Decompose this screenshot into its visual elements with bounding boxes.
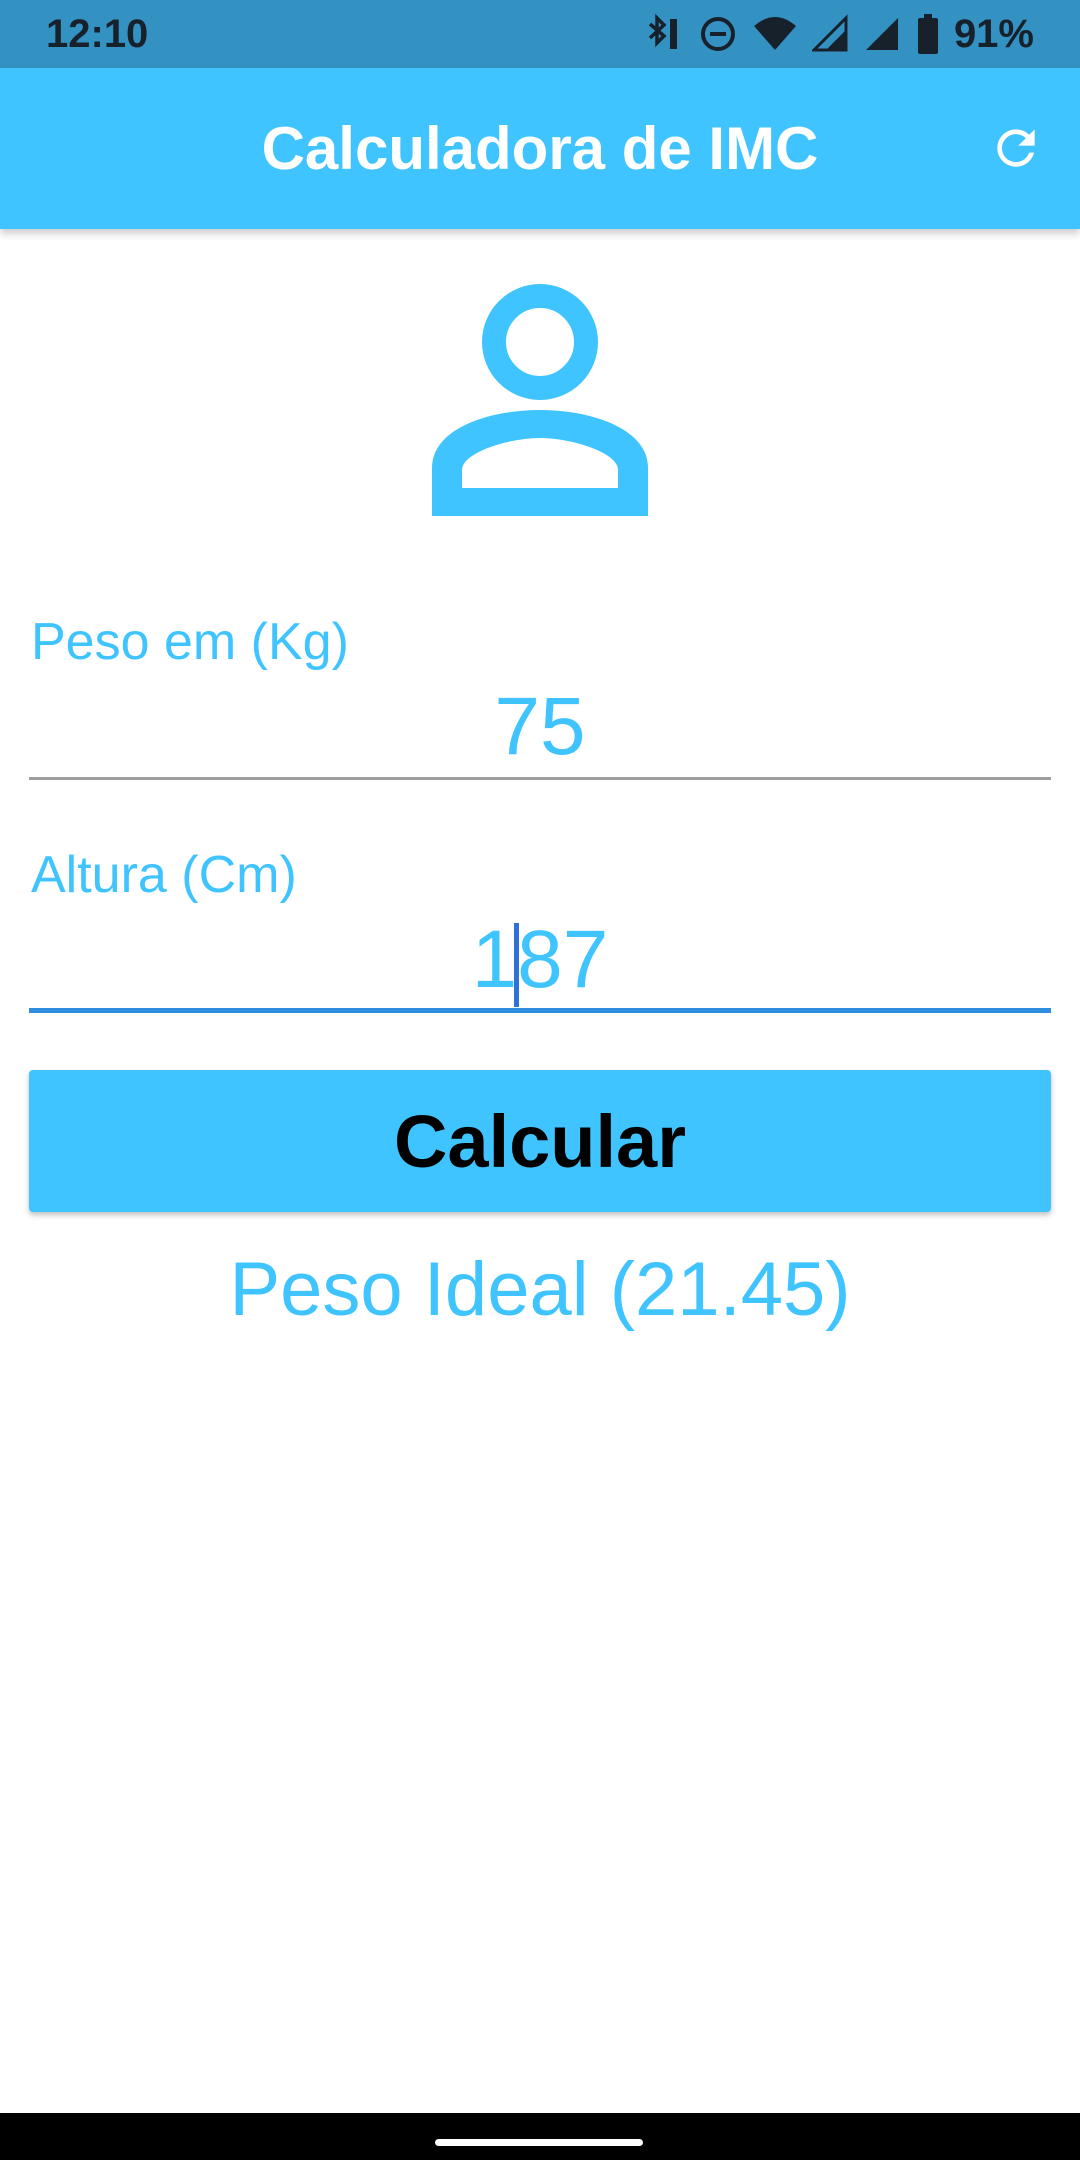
- weight-underline: [29, 777, 1051, 780]
- wifi-icon: [753, 17, 796, 50]
- screen: 12:10 91% Calculadora de IMC Peso em (Kg…: [0, 0, 1080, 2160]
- do-not-disturb-icon: [700, 17, 735, 51]
- calculate-button[interactable]: Calcular: [29, 1070, 1051, 1212]
- battery-percent: 91%: [953, 12, 1034, 56]
- result-text: Peso Ideal (21.45): [229, 1247, 851, 1332]
- height-underline: [29, 1008, 1051, 1013]
- refresh-button[interactable]: [970, 102, 1062, 194]
- battery-icon: [917, 14, 938, 54]
- status-time: 12:10: [46, 12, 149, 56]
- height-label: Altura (Cm): [31, 846, 297, 904]
- page-title: Calculadora de IMC: [261, 115, 819, 182]
- app-bar: Calculadora de IMC: [0, 68, 1080, 229]
- person-outline-icon: [432, 284, 648, 516]
- height-input[interactable]: 187: [29, 915, 1051, 1005]
- status-icons: 91%: [640, 10, 1034, 58]
- signal-icon: [865, 18, 898, 50]
- text-caret: [514, 923, 519, 1007]
- navigation-bar: [0, 2113, 1080, 2160]
- home-handle[interactable]: [435, 2139, 643, 2146]
- refresh-icon: [997, 129, 1035, 167]
- weight-input[interactable]: 75: [29, 682, 1051, 772]
- weight-label: Peso em (Kg): [31, 613, 349, 671]
- bluetooth-icon: [648, 14, 677, 49]
- signal-icon: [811, 14, 848, 52]
- status-bar: 12:10 91%: [0, 0, 1080, 68]
- weight-field[interactable]: Peso em (Kg) 75: [29, 612, 1051, 780]
- height-field[interactable]: Altura (Cm) 187: [29, 845, 1051, 1013]
